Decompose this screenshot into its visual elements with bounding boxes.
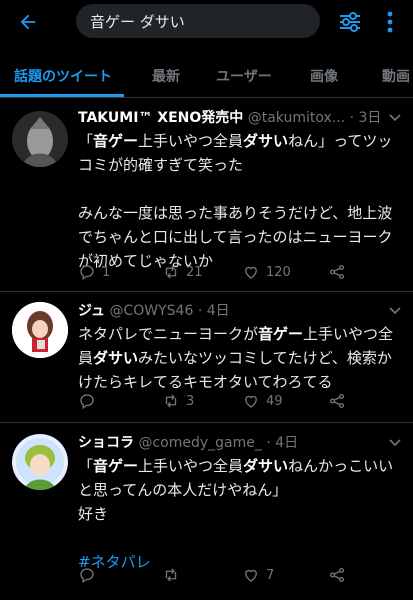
display-name[interactable]: TAKUMI™ XENO発売中	[78, 110, 243, 126]
retweet-button[interactable]: 21	[162, 263, 203, 281]
tweet[interactable]: ショコラ @comedy_game_ · 4日 「音ゲー上手いやつ全員ダサいねん…	[0, 424, 413, 600]
retweet-icon	[165, 394, 177, 408]
reply-icon	[80, 265, 94, 281]
reply-button[interactable]	[78, 566, 102, 584]
like-count: 49	[266, 393, 283, 409]
display-name[interactable]: ジュ	[78, 303, 105, 319]
back-arrow-icon[interactable]	[14, 8, 42, 36]
tweet-text: ネタパレでニューヨークが音ゲー上手いやつ全 員ダサいみたいなツッコミしてたけど、…	[78, 325, 394, 391]
tweet-header: ショコラ @comedy_game_ · 4日	[78, 432, 298, 452]
tweet-text: 「音ゲー上手いやつ全員ダサいねん」ってツッ コミが的確すぎて笑った みんな一度は…	[78, 132, 393, 270]
chevron-down-icon[interactable]	[387, 434, 403, 450]
like-button[interactable]: 49	[242, 392, 283, 410]
active-tab-indicator	[0, 94, 124, 97]
display-name[interactable]: ショコラ	[78, 435, 134, 451]
like-count: 120	[266, 264, 291, 280]
timestamp: · 4日	[197, 303, 230, 319]
filter-sliders-icon[interactable]	[336, 8, 364, 36]
chevron-down-icon[interactable]	[387, 302, 403, 318]
search-tabs: 話題のツイート 最新 ユーザー 画像 動画	[0, 54, 413, 98]
retweet-count: 21	[186, 264, 203, 280]
tweet-header: ジュ @COWYS46 · 4日	[78, 300, 230, 320]
heart-icon	[245, 266, 257, 279]
chevron-down-icon[interactable]	[387, 109, 403, 125]
tab-photos[interactable]: 画像	[310, 66, 338, 86]
like-count: 7	[266, 567, 275, 583]
tweet[interactable]: TAKUMI™ XENO発売中 @takumitox... · 3日 「音ゲー上…	[0, 99, 413, 292]
retweet-icon	[165, 265, 177, 279]
reply-button[interactable]	[78, 392, 102, 410]
avatar[interactable]	[12, 434, 68, 490]
share-icon	[329, 567, 345, 583]
avatar[interactable]	[12, 111, 68, 167]
tweet[interactable]: ジュ @COWYS46 · 4日 ネタパレでニューヨークが音ゲー上手いやつ全 員…	[0, 292, 413, 423]
avatar[interactable]	[12, 302, 68, 358]
share-icon	[329, 393, 345, 409]
tweet-header: TAKUMI™ XENO発売中 @takumitox... · 3日	[78, 107, 381, 127]
tweet-text: 「音ゲー上手いやつ全員ダサいねんかっこいい と思ってんの本人だけやねん」 好き …	[78, 457, 394, 571]
handle: @COWYS46	[109, 303, 194, 319]
search-value: 音ゲー ダサい	[90, 12, 185, 31]
search-input[interactable]: 音ゲー ダサい	[76, 4, 320, 38]
handle: @comedy_game_	[138, 435, 262, 451]
timestamp: · 3日	[349, 110, 382, 126]
reply-count: 1	[102, 264, 111, 280]
tweet-actions: 3 49	[78, 392, 378, 414]
tab-people[interactable]: ユーザー	[216, 66, 272, 86]
tweet-actions: 7	[78, 566, 378, 588]
heart-icon	[245, 395, 257, 408]
reply-icon	[80, 394, 94, 410]
tab-latest[interactable]: 最新	[152, 66, 180, 86]
retweet-button[interactable]	[162, 566, 186, 584]
handle: @takumitox...	[247, 110, 346, 126]
reply-icon	[80, 568, 94, 584]
more-vertical-icon[interactable]	[380, 8, 400, 36]
timestamp: · 4日	[266, 435, 299, 451]
tab-videos[interactable]: 動画	[382, 66, 410, 86]
retweet-count: 3	[186, 393, 195, 409]
tweet-actions: 1 21 120	[78, 263, 378, 285]
reply-button[interactable]: 1	[78, 263, 110, 281]
like-button[interactable]: 120	[242, 263, 291, 281]
share-button[interactable]	[328, 566, 346, 584]
share-icon	[329, 264, 345, 280]
top-bar: 音ゲー ダサい	[0, 0, 413, 44]
share-button[interactable]	[328, 263, 346, 281]
heart-icon	[245, 569, 257, 582]
retweet-button[interactable]: 3	[162, 392, 194, 410]
retweet-icon	[165, 568, 177, 582]
tab-top[interactable]: 話題のツイート	[14, 66, 112, 86]
share-button[interactable]	[328, 392, 346, 410]
like-button[interactable]: 7	[242, 566, 274, 584]
